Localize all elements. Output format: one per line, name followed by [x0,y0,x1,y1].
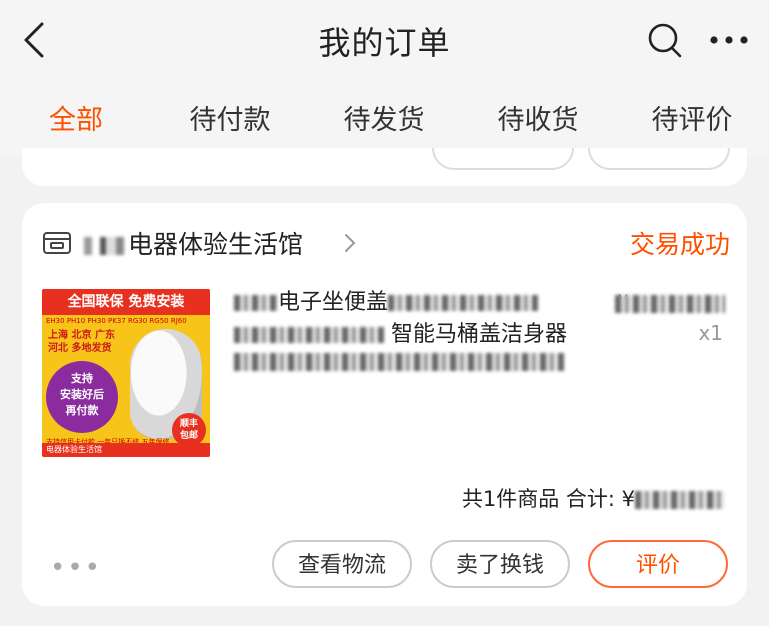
search-icon [648,23,682,58]
shop-name-label: 电器体验生活馆 [128,230,304,259]
shop-icon [43,232,71,254]
shop-name[interactable]: 电器体验生活馆 [84,225,303,261]
more-actions-icon[interactable]: ••• [50,553,102,583]
product-sku-blurred [234,353,564,371]
thumbnail-footer: 电器体验生活馆 [42,443,210,457]
previous-order-button[interactable] [588,148,730,170]
blurred-text [234,327,384,343]
order-total-blurred [635,491,725,509]
order-status: 交易成功 [629,230,730,259]
previous-order-button[interactable] [432,148,574,170]
blurred-text [388,295,539,311]
product-title[interactable]: 电子坐便盖 智能马桶盖洁身器 [234,287,584,351]
product-title-part: 智能马桶盖洁身器 [391,322,568,347]
blurred-text [84,237,124,255]
tab-pending-receipt[interactable]: 待收货 [478,98,598,137]
review-button[interactable]: 评价 [588,540,728,588]
top-bar: 我的订单 [0,0,769,80]
tab-pending-shipment[interactable]: 待发货 [324,98,444,137]
thumbnail-tag: 顺丰 包邮 [172,413,206,447]
search-button[interactable] [645,20,685,60]
previous-order-card [22,148,747,186]
more-dots-icon [710,36,748,44]
view-logistics-button[interactable]: 查看物流 [272,540,412,588]
thumbnail-bubble: 支持 安装好后 再付款 [46,361,118,433]
product-thumbnail[interactable]: 全国联保 免费安装 EH30 PH10 PH30 PK37 RG30 RG50 … [42,289,210,457]
tab-pending-review[interactable]: 待评价 [632,98,752,137]
tab-all[interactable]: 全部 [16,98,136,137]
thumbnail-banner: 全国联保 免费安装 [42,289,210,315]
blurred-text [234,295,278,311]
product-quantity: x1 [698,321,723,345]
chevron-right-icon [345,234,356,252]
product-price-blurred [615,295,725,313]
shop-row[interactable]: 电器体验生活馆 交易成功 [42,223,732,263]
order-summary-label: 共1件商品 合计: ¥ [461,487,635,511]
tab-pending-payment[interactable]: 待付款 [170,98,290,137]
order-summary: 共1件商品 合计: ¥ [462,483,725,513]
thumbnail-models: EH30 PH10 PH30 PK37 RG30 RG50 RJ60 [46,317,187,325]
order-card: 电器体验生活馆 交易成功 全国联保 免费安装 EH30 PH10 PH30 PK… [22,203,747,606]
thumbnail-regions: 上海 北京 广东 河北 多地发货 [48,330,115,354]
resell-button[interactable]: 卖了换钱 [430,540,570,588]
product-title-part: 电子坐便盖 [278,290,389,315]
more-button[interactable] [706,22,752,58]
order-tabs: 全部 待付款 待发货 待收货 待评价 [0,80,769,156]
